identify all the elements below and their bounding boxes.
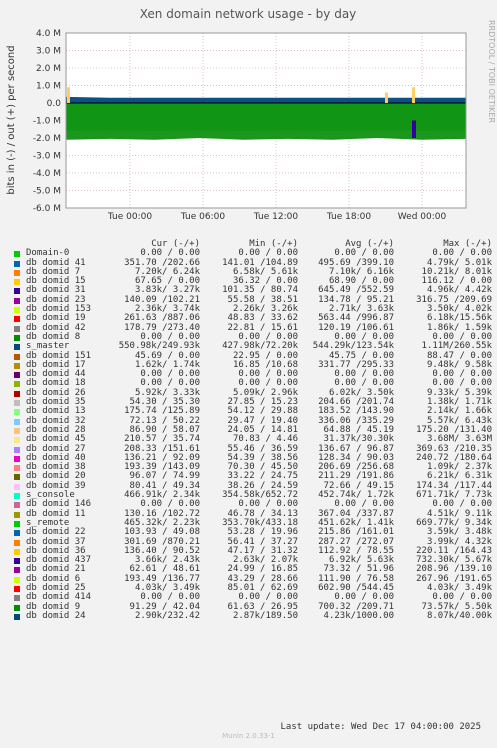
legend-swatch [14,400,20,407]
spike-neg [412,120,416,138]
legend-rows: Domain-0 0.00 / 0.00 0.00 / 0.00 0.00 / 0.0… [14,248,494,621]
legend-swatch [14,269,20,276]
legend-swatch [14,353,20,360]
legend-swatch [14,558,20,565]
y-tick-label: -2.0 M [33,134,61,144]
series-area [66,103,466,140]
spike-left [67,87,70,103]
legend-swatch [14,576,20,583]
x-tick-label: Tue 18:00 [326,212,371,222]
legend-swatch [14,437,20,444]
last-update: Last update: Wed Dec 17 04:00:00 2025 [280,722,481,732]
y-tick-label: 0.0 [47,99,62,109]
legend-swatch [14,390,20,397]
y-tick-label: -1.0 M [33,117,61,127]
legend-swatch [14,372,20,379]
y-tick-label: 2.0 M [36,64,61,74]
legend-swatch [14,418,20,425]
legend-swatch [14,474,20,481]
legend-swatch [14,511,20,518]
y-tick-label: -6.0 M [33,204,61,214]
spike-right [412,87,415,103]
legend-swatch [14,381,20,388]
legend-swatch [14,427,20,434]
legend-swatch [14,325,20,332]
spike-mid [385,92,388,103]
plot-area: 4.0 M 3.0 M 2.0 M 1.0 M 0.0 -1.0 M -2.0 M -3.0 … [33,29,467,222]
y-tick-label: -3.0 M [33,152,61,162]
legend-swatch [14,279,20,286]
legend-swatch [14,446,20,453]
legend-min: 2.87k/189.50 [232,610,298,621]
legend-swatch [14,604,20,611]
y-tick-label: -5.0 M [33,187,61,197]
legend-swatch [14,548,20,555]
x-tick-label: Tue 00:00 [107,212,152,222]
legend-max: 8.07k/40.00k [426,610,492,621]
legend-swatch [14,502,20,509]
legend-swatch [14,260,20,267]
legend-swatch [14,539,20,546]
legend-cur: 2.90k/232.42 [134,610,200,621]
y-tick-label: -4.0 M [33,169,61,179]
legend-swatch [14,455,20,462]
legend-swatch [14,344,20,351]
legend-swatch [14,288,20,295]
legend-swatch [14,334,20,341]
legend-swatch [14,520,20,527]
legend-name: db domid 24 [26,610,86,621]
legend-row: db domid 24 2.90k/232.42 2.87k/189.50 4.23k… [14,610,494,621]
legend-swatch [14,483,20,490]
chart-title: Xen domain network usage - by day [140,7,357,21]
x-tick-label: Tue 06:00 [180,212,225,222]
x-tick-label: Wed 00:00 [398,212,447,222]
legend-swatch [14,595,20,602]
y-tick-label: 3.0 M [36,47,61,57]
series-area [66,96,466,103]
x-tick-label: Tue 12:00 [253,212,298,222]
legend-swatch [14,307,20,314]
y-tick-label: 4.0 M [36,29,61,39]
legend-swatch [14,297,20,304]
legend-swatch [14,530,20,537]
chart-svg: Xen domain network usage - by day RRDTOO… [0,0,497,240]
legend-swatch [14,567,20,574]
rrdtool-credit: RRDTOOL / TOBI OETIKER [487,20,496,123]
legend-swatch [14,465,20,472]
legend-swatch [14,251,20,258]
y-tick-label: 1.0 M [36,82,61,92]
legend-avg: 4.23k/1000.00 [323,610,394,621]
chart-container: Xen domain network usage - by day RRDTOO… [0,0,497,748]
legend-swatch [14,409,20,416]
y-axis-label: bits in (-) / out (+) per second [6,45,17,194]
legend-swatch [14,585,20,592]
legend-swatch [14,362,20,369]
munin-version: Munin 2.0.33-1 [222,732,275,740]
legend-swatch [14,316,20,323]
legend-swatch [14,613,20,620]
legend-swatch [14,493,20,500]
legend-table: Cur (-/+) Min (-/+) Avg (-/+) Max (-/+) … [14,239,494,621]
